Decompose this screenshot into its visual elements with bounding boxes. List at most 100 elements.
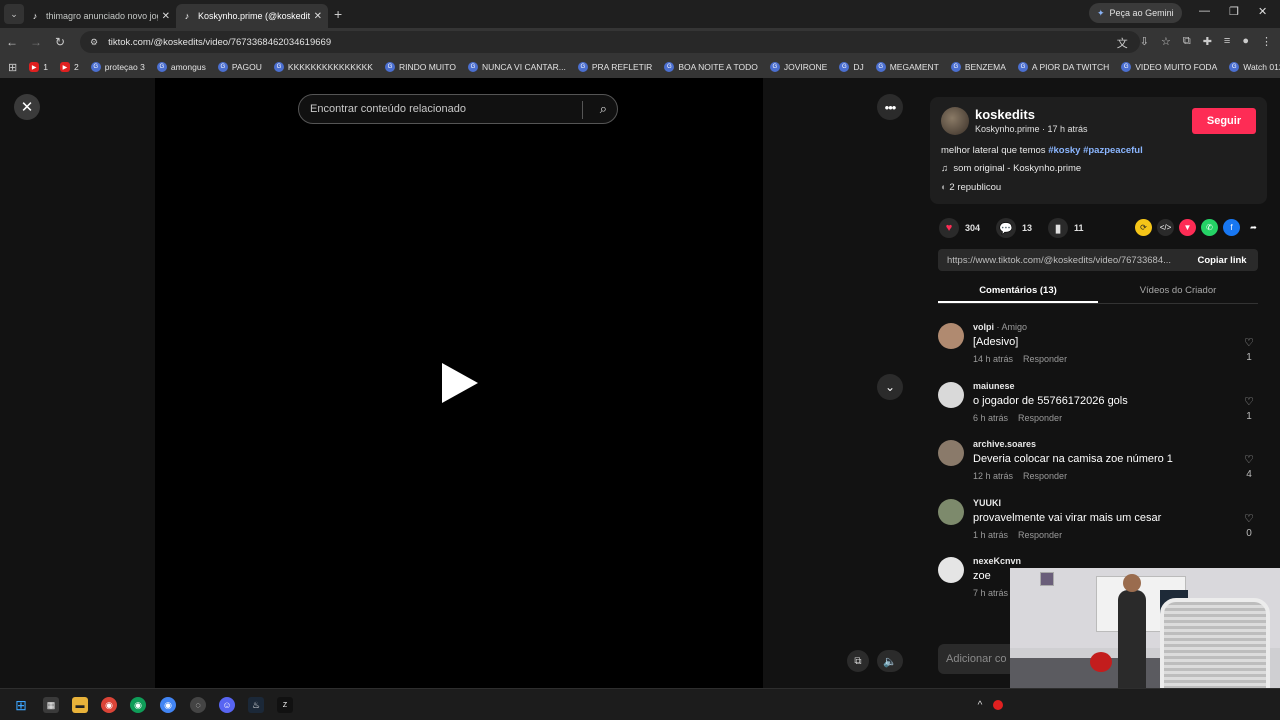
bookmark-item[interactable]: G BOA NOITE A TODO [664,62,758,72]
gemini-button[interactable]: ✦ Peça ao Gemini [1089,3,1182,23]
app-icon[interactable]: ◌ [190,697,206,713]
bookmark-item[interactable]: G PRA REFLETIR [577,62,652,72]
bookmark-item[interactable]: G PAGOU [217,62,262,72]
reply-button[interactable]: Responder [1023,354,1067,364]
windows-start-icon[interactable]: ⊞ [13,697,29,713]
commenter-name[interactable]: nexeKcnvn [973,556,1021,566]
star-icon[interactable]: ☆ [1161,35,1171,51]
next-video-button[interactable]: ⌄ [877,374,903,400]
tray-chevron-icon[interactable]: ^ [972,697,988,713]
commenter-avatar[interactable] [938,381,964,408]
commenter-name[interactable]: maiunese [973,381,1015,391]
repost-icon[interactable]: ⟳ [1135,219,1152,236]
comment-like-icon[interactable]: ♡ [1244,512,1254,525]
commenter-name[interactable]: YUUKI [973,498,1001,508]
share-arrow-icon[interactable]: ➦ [1245,219,1262,236]
close-window-icon[interactable]: ✕ [1258,5,1267,18]
republished-info[interactable]: ◐ 2 republicou [941,182,1001,193]
username[interactable]: koskedits [975,107,1035,122]
comment-like-icon[interactable]: ♡ [1244,453,1254,466]
reply-button[interactable]: Responder [1023,471,1067,481]
reload-icon[interactable]: ↻ [48,35,72,49]
bookmark-item[interactable]: G DJ [839,62,864,72]
profile-icon[interactable]: ● [1242,35,1249,51]
comment-like-icon[interactable]: ♡ [1244,336,1254,349]
bookmark-item[interactable]: GWatch 0129 | Strea... [1229,62,1280,72]
close-tab-icon[interactable]: ✕ [162,11,170,22]
tab-creator-videos[interactable]: Vídeos do Criador [1098,278,1258,303]
hashtag-link[interactable]: #pazpeaceful [1083,145,1143,156]
chrome-active-icon[interactable]: ◉ [160,697,176,713]
game-app-icon[interactable]: Z [277,697,293,713]
url-field[interactable]: ⚙ tiktok.com/@koskedits/video/7673368462… [80,31,1140,53]
related-search-box[interactable]: Encontrar conteúdo relacionado ⌕ [298,94,618,124]
play-icon[interactable] [442,363,478,403]
reply-button[interactable]: Responder [1018,530,1062,540]
more-options-button[interactable]: ••• [877,94,903,120]
hashtag-link[interactable]: #kosky [1048,145,1080,156]
reply-button[interactable]: Responder [1018,413,1062,423]
bookmark-item[interactable]: G NUNCA VI CANTAR... [467,62,566,72]
comment-like-icon[interactable]: ♡ [1244,395,1254,408]
bookmark-item[interactable]: G JOVIRONE [769,62,827,72]
tab-comments[interactable]: Comentários (13) [938,278,1098,303]
minimize-icon[interactable]: — [1199,5,1210,17]
search-icon[interactable]: ⌕ [600,101,607,117]
post-link[interactable]: https://www.tiktok.com/@koskedits/video/… [938,255,1186,266]
facebook-icon[interactable]: f [1223,219,1240,236]
comment-button[interactable]: 💬 13 [996,218,1032,238]
commenter-avatar[interactable] [938,440,964,466]
volume-icon[interactable]: 🔈 [877,650,903,672]
file-explorer-icon[interactable]: ▬ [72,697,88,713]
new-tab-button[interactable]: + [334,6,342,22]
sound-link[interactable]: ♫ som original - Koskynho.prime [941,163,1081,174]
tab-search-icon[interactable]: ⌄ [4,4,24,24]
commenter-avatar[interactable] [938,498,964,525]
tray-record-icon[interactable] [993,700,1003,710]
close-tab-icon[interactable]: ✕ [314,11,322,22]
puzzle-icon[interactable]: ✚ [1203,35,1212,51]
chrome-icon[interactable]: ◉ [101,697,117,713]
bookmark-item[interactable]: G BENZEMA [950,62,1006,72]
like-button[interactable]: ♥ 304 [939,218,980,238]
follow-button[interactable]: Seguir [1192,108,1256,134]
send-icon[interactable]: ▼ [1179,219,1196,236]
close-video-button[interactable]: ✕ [14,94,40,120]
tab-1[interactable]: ♪ thimagro anunciado novo joga... ✕ [24,4,176,28]
bookmark-item[interactable]: GA PIOR DA TWITCH [1017,62,1109,72]
commenter-name[interactable]: archive.soares [973,439,1036,449]
tiktok-icon: ♪ [32,11,38,21]
steam-icon[interactable]: ♨ [248,697,264,713]
bookmark-item[interactable]: G RINDO MUITO [384,62,456,72]
back-icon[interactable]: ← [0,35,24,49]
pip-icon[interactable]: ⧉ [847,650,869,672]
bookmark-item[interactable]: G VIDEO MUITO FODA [1121,62,1217,72]
media-icon[interactable]: ≡ [1224,35,1230,51]
bookmark-item[interactable]: G KKKKKKKKKKKKKKK [273,62,373,72]
extension-icon[interactable]: ⧉ [1183,35,1191,51]
whatsapp-icon[interactable]: ✆ [1201,219,1218,236]
tab-2[interactable]: ♪ Koskynho.prime (@koskedits) | ✕ [176,4,328,28]
commenter-name[interactable]: volpi · Amigo [973,322,1027,332]
forward-icon[interactable]: → [24,35,48,49]
menu-icon[interactable]: ⋮ [1261,35,1272,51]
bookmark-item[interactable]: G MEGAMENT [875,62,939,72]
save-button[interactable]: ▮ 11 [1048,218,1084,238]
discord-icon[interactable]: ☺ [219,697,235,713]
embed-icon[interactable]: </> [1157,219,1174,236]
chrome-profile-icon[interactable]: ◉ [130,697,146,713]
commenter-avatar[interactable] [938,557,964,583]
site-info-icon[interactable]: ⚙ [90,37,98,48]
install-icon[interactable]: ⇩ [1140,35,1149,51]
copy-link-button[interactable]: Copiar link [1186,255,1258,266]
avatar[interactable] [941,107,969,135]
bookmark-item[interactable]: Gproteçao 3 [90,62,145,72]
bookmark-item[interactable]: ▶ 2 [59,62,79,72]
translate-icon[interactable]: 文 [1117,35,1128,51]
apps-icon[interactable]: ⊞ [8,61,17,74]
maximize-icon[interactable]: ❐ [1229,5,1239,18]
bookmark-item[interactable]: Gamongus [156,62,206,72]
calculator-icon[interactable]: ▦ [43,697,59,713]
bookmark-item[interactable]: ▶ 1 [29,62,48,72]
commenter-avatar[interactable] [938,323,964,349]
